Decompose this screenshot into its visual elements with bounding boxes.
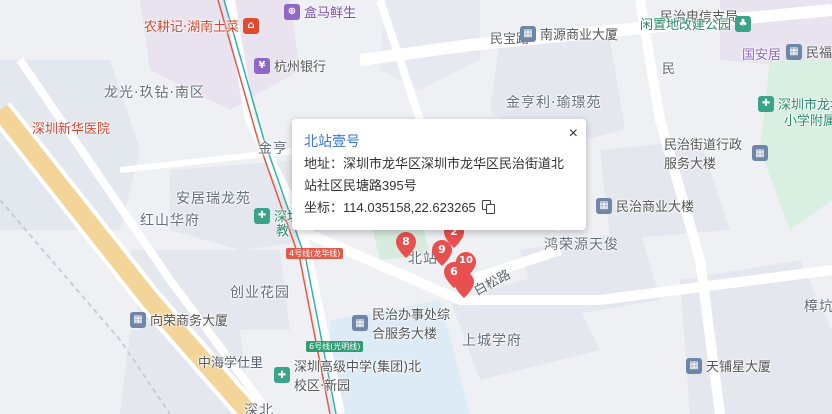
- area-label: 龙光·玖钻·南区: [104, 85, 205, 101]
- area-label: 深北: [244, 403, 274, 414]
- poi-label: 深圳高级中学(集团)北校区·新园: [294, 360, 422, 394]
- poi-school[interactable]: 小学附属: [784, 110, 832, 129]
- popup-coordinate: 坐标：114.035158,22.623265: [304, 197, 495, 216]
- poi-label: 民治商业大楼: [616, 200, 695, 215]
- poi-school[interactable]: ✚ 深圳高级中学(集团)北校区·新园: [274, 356, 424, 394]
- building-icon: ▦: [520, 25, 536, 42]
- coordinate-text: 坐标：114.035158,22.623265: [304, 200, 476, 215]
- restaurant-icon: ⌂: [243, 17, 260, 34]
- poi-bank[interactable]: ¥ 杭州银行: [254, 56, 326, 75]
- building-icon: ▦: [686, 357, 702, 374]
- poi-building[interactable]: ▦ 南源商业大厦: [520, 24, 618, 43]
- area-label: 樟坑: [804, 299, 832, 315]
- poi-building[interactable]: 民治街道行政服务大楼 ▦: [664, 134, 768, 172]
- popup-address: 地址：深圳市龙华区深圳市龙华区民治街道北站社区民塘路395号: [304, 156, 565, 193]
- school-icon: ✚: [274, 367, 290, 383]
- poi-label: 小学附属: [784, 114, 832, 129]
- poi-label: 教: [276, 224, 290, 239]
- marker-pin-icon: [454, 272, 474, 298]
- area-label: 金亨利·瑜璟苑: [506, 95, 602, 111]
- poi-building[interactable]: ▦ 民福: [786, 42, 832, 61]
- map-view[interactable]: 龙光·玖钻·南区 深圳新华医院 金亨 安居瑞龙苑 红山华府 创业花园 上城学府 …: [0, 0, 832, 414]
- poi-label: 民治街道行政服务大楼: [664, 138, 743, 172]
- building-icon: ▦: [752, 145, 768, 161]
- building-icon: ▦: [352, 315, 368, 331]
- poi-label: 闲置地改建公园: [640, 18, 732, 33]
- poi-label: 农耕记·湖南土菜: [144, 20, 240, 35]
- poi-label: 民治办事处综合服务大楼: [372, 308, 451, 342]
- school-icon: ✚: [758, 95, 774, 112]
- popup-title[interactable]: 北站壹号: [304, 131, 360, 151]
- area-label: 安居瑞龙苑: [176, 191, 251, 207]
- metro-badge: 4号线(龙华线): [286, 248, 344, 259]
- metro-badge: 6号线(光明线): [306, 341, 364, 352]
- building-icon: ▦: [130, 311, 146, 328]
- poi-shopping[interactable]: ⊕ 盒马鲜生: [284, 2, 356, 21]
- poi-park[interactable]: 闲置地改建公园 ♣: [640, 14, 752, 33]
- building-icon: ▦: [596, 197, 612, 214]
- poi-label: 国安居: [742, 48, 782, 63]
- road-label: 民: [662, 62, 676, 77]
- map-marker[interactable]: 8: [396, 232, 416, 258]
- poi-store[interactable]: 国安居: [742, 44, 781, 63]
- area-label: 鸿荣源天俊: [544, 237, 619, 253]
- area-label: 金亨: [258, 141, 288, 157]
- area-label: 深圳新华医院: [32, 122, 111, 137]
- poi-label: 杭州银行: [274, 60, 327, 75]
- shopping-icon: ⊕: [284, 3, 300, 20]
- area-label: 创业花园: [230, 285, 290, 301]
- building-icon: ▦: [786, 43, 802, 60]
- poi-label: 盒马鲜生: [304, 6, 357, 21]
- poi-building[interactable]: ▦ 向荣商务大厦: [130, 310, 228, 329]
- poi-label: 天铺星大厦: [706, 360, 772, 375]
- poi-building[interactable]: ▦ 天铺星大厦: [686, 356, 771, 375]
- area-label: 红山华府: [140, 213, 200, 229]
- info-window: 北站壹号 × 地址：深圳市龙华区深圳市龙华区民治街道北站社区民塘路395号 坐标…: [292, 119, 586, 230]
- area-label: 中海学仕里: [198, 356, 264, 371]
- map-marker[interactable]: [454, 272, 474, 298]
- close-icon[interactable]: ×: [569, 125, 578, 143]
- copy-icon[interactable]: [481, 200, 495, 214]
- poi-label: 向荣商务大厦: [150, 314, 229, 329]
- area-label: 上城学府: [462, 333, 522, 349]
- bank-icon: ¥: [254, 57, 270, 74]
- poi-restaurant[interactable]: 农耕记·湖南土菜 ⌂: [144, 16, 260, 35]
- poi-label: 民福: [806, 46, 832, 61]
- poi-building[interactable]: ▦ 民治商业大楼: [596, 196, 694, 215]
- poi-building[interactable]: ▦ 民治办事处综合服务大楼: [352, 304, 450, 342]
- park-icon: ♣: [735, 15, 752, 32]
- school-icon: ✚: [254, 207, 270, 224]
- poi-school[interactable]: 教: [276, 220, 289, 239]
- poi-label: 南源商业大厦: [540, 28, 619, 43]
